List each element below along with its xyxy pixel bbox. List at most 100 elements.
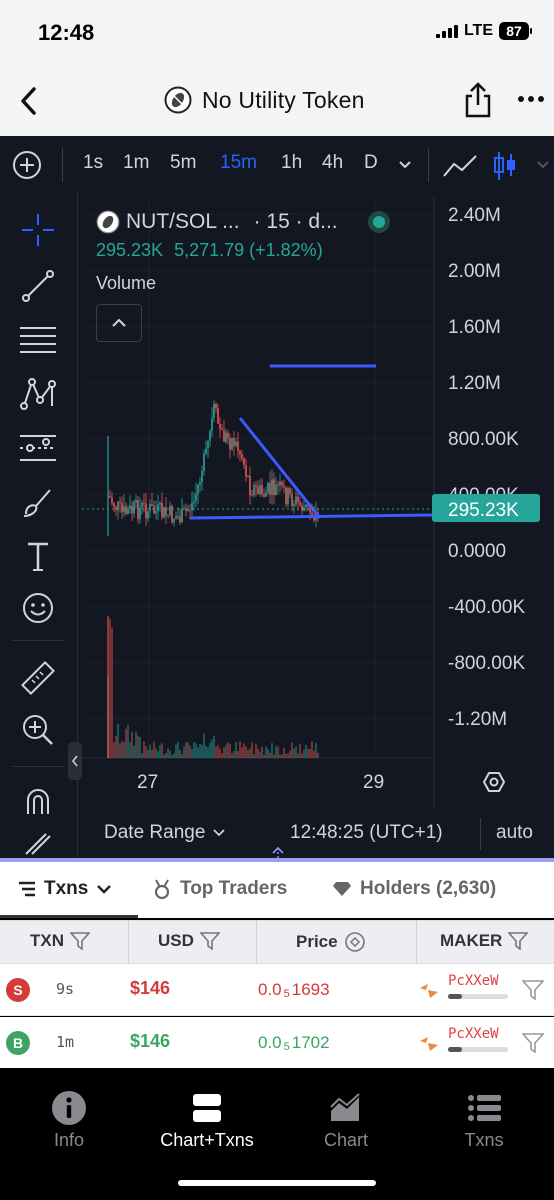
volume-bar <box>231 753 233 758</box>
candle-body <box>215 403 217 409</box>
volume-bar <box>125 728 127 758</box>
interval-1d[interactable]: D <box>364 152 378 174</box>
volume-indicator-label[interactable]: Volume <box>96 273 390 294</box>
price-axis[interactable]: 2.40M2.00M1.60M1.20M800.00K400.00K0.0000… <box>448 205 525 730</box>
volume-bar <box>195 743 197 758</box>
magnet-icon[interactable] <box>18 782 58 822</box>
candle-body <box>251 495 253 497</box>
chevron-down-icon[interactable] <box>536 160 550 170</box>
volume-bar <box>107 616 109 758</box>
candle-body <box>221 428 223 430</box>
candle-body <box>125 506 127 514</box>
filter-icon[interactable] <box>508 932 529 950</box>
candle-body <box>289 488 291 494</box>
collapse-legend-button[interactable] <box>96 304 142 342</box>
nav-txns[interactable]: Txns <box>424 1090 544 1151</box>
tab-txns[interactable]: Txns <box>0 862 138 918</box>
txn-tabs: Txns Top Traders Holders (2,630) <box>0 862 554 918</box>
table-row[interactable]: S 9s $146 0.0 5 1693 PcXXeW <box>0 964 554 1016</box>
nav-chart[interactable]: Chart <box>286 1090 406 1151</box>
support-line[interactable] <box>189 513 435 520</box>
volume-bar <box>263 754 265 758</box>
tab-top-traders[interactable]: Top Traders <box>152 878 287 900</box>
filter-icon[interactable] <box>70 932 90 950</box>
volume-bar <box>261 746 263 758</box>
candle-body <box>261 485 263 495</box>
nav-chart-txns[interactable]: Chart+Txns <box>147 1090 267 1151</box>
tab-holders[interactable]: Holders (2,630) <box>332 878 496 900</box>
filter-icon[interactable] <box>522 1033 544 1053</box>
chevron-down-icon <box>213 829 226 837</box>
chart-clock[interactable]: 12:48:25 (UTC+1) <box>290 822 443 844</box>
line-chart-icon[interactable] <box>442 152 478 180</box>
interval-4h[interactable]: 4h <box>322 152 343 174</box>
maker-address[interactable]: PcXXeW <box>448 1026 499 1042</box>
text-tool-icon[interactable] <box>18 536 58 576</box>
toggle-currency-icon[interactable] <box>344 931 366 953</box>
interval-1s[interactable]: 1s <box>83 152 103 174</box>
trendline-icon[interactable] <box>18 266 58 306</box>
forecast-icon[interactable] <box>18 428 58 468</box>
volume-bar <box>145 746 147 758</box>
trend-line[interactable] <box>238 417 322 519</box>
volume-bar <box>173 753 175 758</box>
pattern-icon[interactable] <box>18 374 58 414</box>
column-txn[interactable]: TXN <box>30 931 90 951</box>
chevron-up-icon <box>112 318 126 327</box>
back-icon[interactable] <box>14 84 44 118</box>
settings-icon[interactable] <box>482 772 506 792</box>
y-tick-label: 1.20M <box>448 373 501 394</box>
interval-1m[interactable]: 1m <box>123 152 149 174</box>
brush-icon[interactable] <box>18 482 58 522</box>
candle-body <box>281 481 283 486</box>
column-maker[interactable]: MAKER <box>440 931 529 951</box>
column-usd[interactable]: USD <box>158 931 220 951</box>
auto-scale-button[interactable]: auto <box>496 822 533 844</box>
column-price[interactable]: Price <box>296 931 366 953</box>
add-indicator-icon[interactable] <box>12 150 42 180</box>
volume-bar <box>167 748 169 758</box>
collapse-toolbar-button[interactable] <box>68 742 82 780</box>
volume-bar <box>299 744 301 758</box>
candle-body <box>145 503 147 519</box>
maker-wallet-icon <box>420 1037 438 1051</box>
date-range-button[interactable]: Date Range <box>104 822 226 844</box>
volume-bar <box>247 749 249 758</box>
fib-retracement-icon[interactable] <box>18 320 58 360</box>
more-options-icon[interactable] <box>518 96 548 106</box>
candlestick-icon[interactable] <box>492 150 518 182</box>
volume-bar <box>233 751 235 758</box>
symbol-label[interactable]: NUT/SOL ... <box>126 210 240 234</box>
diamond-icon <box>333 882 351 896</box>
crosshair-icon[interactable] <box>18 210 58 250</box>
volume-bar <box>217 745 219 758</box>
nav-info[interactable]: Info <box>9 1090 129 1151</box>
filter-icon[interactable] <box>522 980 544 1000</box>
volume-bar <box>193 742 195 758</box>
zoom-in-icon[interactable] <box>18 710 58 750</box>
interval-5m[interactable]: 5m <box>170 152 196 174</box>
candle-body <box>141 502 143 508</box>
lock-drawings-icon[interactable] <box>18 830 58 856</box>
volume-bar <box>155 748 157 758</box>
maker-address[interactable]: PcXXeW <box>448 973 499 989</box>
candle-body <box>277 484 279 486</box>
volume-bar <box>237 751 239 758</box>
chevron-down-icon[interactable] <box>398 160 412 170</box>
nav-info-label: Info <box>53 1130 85 1150</box>
interval-15m[interactable]: 15m <box>220 152 257 174</box>
filter-icon[interactable] <box>199 932 220 950</box>
column-price-label: Price <box>296 932 338 951</box>
candle-body <box>241 454 243 459</box>
time-axis[interactable]: 27 29 <box>137 772 384 793</box>
y-tick-label: -400.00K <box>448 597 525 618</box>
ruler-icon[interactable] <box>18 658 58 698</box>
battery-level: 87 <box>499 22 529 40</box>
share-icon[interactable] <box>462 80 494 120</box>
emoji-icon[interactable] <box>18 588 58 628</box>
interval-1h[interactable]: 1h <box>281 152 302 174</box>
column-txn-label: TXN <box>30 931 64 950</box>
table-row[interactable]: B 1m $146 0.0 5 1702 PcXXeW <box>0 1017 554 1069</box>
candle-body <box>275 484 277 496</box>
volume-bar <box>111 627 113 758</box>
